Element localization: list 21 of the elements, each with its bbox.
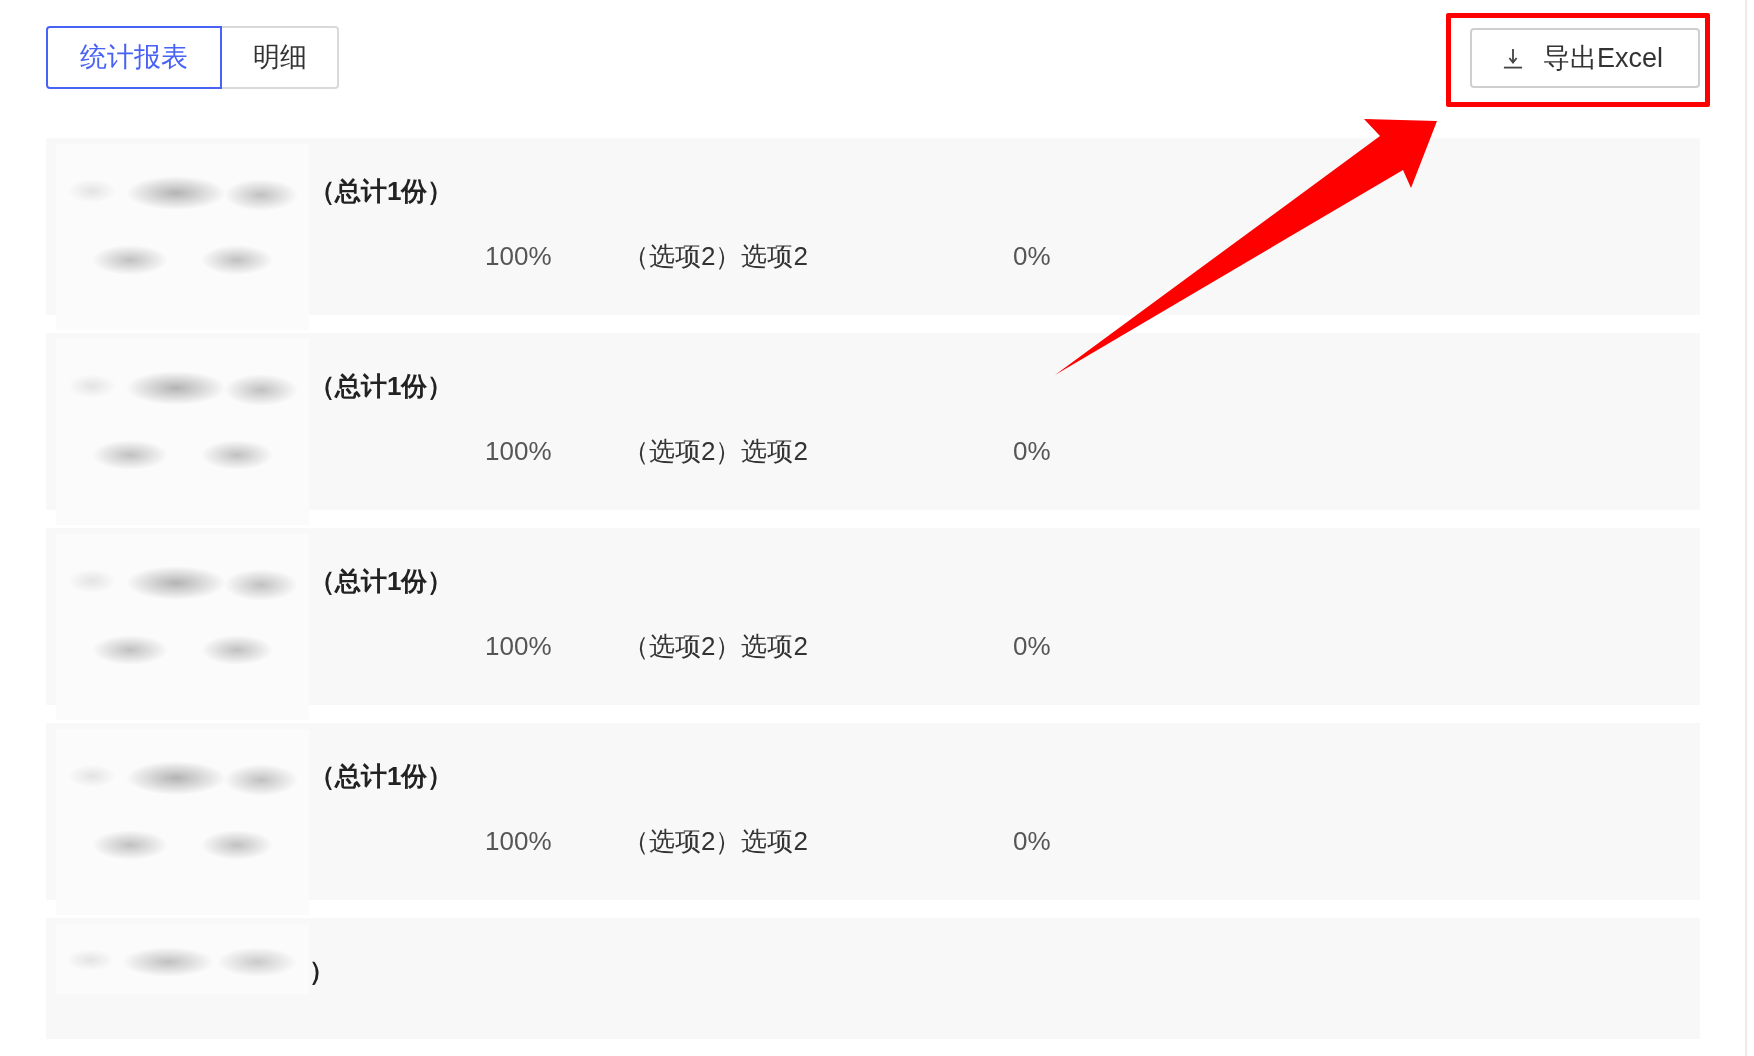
percentage-text: 0% bbox=[1013, 240, 1051, 273]
export-button[interactable]: 导出Excel bbox=[1470, 28, 1700, 88]
percentage-text: 100% bbox=[485, 825, 552, 858]
question-heading: （总计1份） bbox=[309, 370, 455, 403]
tab[interactable]: 统计报表 bbox=[46, 26, 222, 89]
option-text: （选项2）选项2 bbox=[623, 435, 808, 468]
option-text: （选项2）选项2 bbox=[623, 630, 808, 663]
question-heading: （总计1份） bbox=[309, 760, 455, 793]
percentage-text: 100% bbox=[485, 240, 552, 273]
percentage-text: 0% bbox=[1013, 825, 1051, 858]
tab[interactable]: 明细 bbox=[220, 26, 339, 89]
option-text: （选项2）选项2 bbox=[623, 825, 808, 858]
percentage-text: 0% bbox=[1013, 435, 1051, 468]
percentage-text: 100% bbox=[485, 630, 552, 663]
question-heading: （总计1份） bbox=[309, 565, 455, 598]
question-heading: ） bbox=[309, 955, 336, 988]
option-text: （选项2）选项2 bbox=[623, 240, 808, 273]
question-heading: （总计1份） bbox=[309, 175, 455, 208]
download-icon bbox=[1503, 47, 1523, 69]
percentage-text: 100% bbox=[485, 435, 552, 468]
percentage-text: 0% bbox=[1013, 630, 1051, 663]
